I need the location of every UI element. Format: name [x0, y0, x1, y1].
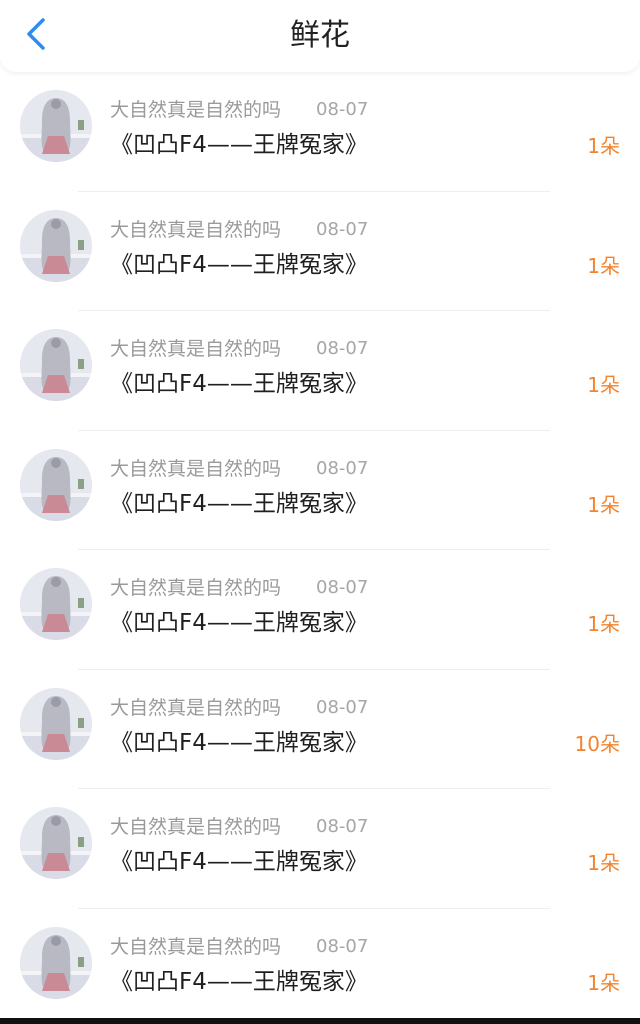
- user-name: 大自然真是自然的吗: [110, 935, 282, 958]
- user-name: 大自然真是自然的吗: [110, 99, 282, 121]
- work-title: 《凹凸F4——王牌冤家》: [110, 132, 368, 158]
- user-name: 大自然真是自然的吗: [110, 338, 282, 360]
- list-item[interactable]: 大自然真是自然的吗 08-07 《凹凸F4——王牌冤家》 1朵: [0, 431, 640, 550]
- date-label: 08-07: [316, 577, 369, 598]
- avatar[interactable]: [20, 926, 92, 999]
- user-name: 大自然真是自然的吗: [110, 577, 282, 599]
- user-name: 大自然真是自然的吗: [110, 816, 282, 838]
- date-label: 08-07: [316, 218, 369, 240]
- flower-count: 1朵: [587, 612, 620, 636]
- list-item[interactable]: 大自然真是自然的吗 08-07 《凹凸F4——王牌冤家》 1朵: [0, 550, 640, 670]
- date-label: 08-07: [316, 935, 369, 957]
- avatar[interactable]: [20, 209, 92, 282]
- flower-count: 10朵: [574, 731, 620, 756]
- bottom-edge-bar: [0, 1018, 640, 1024]
- work-title: 《凹凸F4——王牌冤家》: [110, 729, 368, 756]
- user-name: 大自然真是自然的吗: [110, 218, 282, 241]
- list-item[interactable]: 大自然真是自然的吗 08-07 《凹凸F4——王牌冤家》 1朵: [0, 909, 640, 1024]
- avatar[interactable]: [20, 568, 92, 640]
- work-title: 《凹凸F4——王牌冤家》: [110, 371, 368, 397]
- avatar[interactable]: [20, 448, 92, 521]
- avatar[interactable]: [20, 90, 92, 162]
- flower-count: 1朵: [587, 373, 620, 397]
- flower-count: 1朵: [587, 492, 620, 517]
- list-item[interactable]: 大自然真是自然的吗 08-07 《凹凸F4——王牌冤家》 1朵: [0, 192, 640, 311]
- work-title: 《凹凸F4——王牌冤家》: [110, 251, 368, 278]
- user-name: 大自然真是自然的吗: [110, 696, 282, 719]
- list-item[interactable]: 大自然真是自然的吗 08-07 《凹凸F4——王牌冤家》 1朵: [0, 72, 640, 192]
- avatar[interactable]: [20, 329, 92, 401]
- work-title: 《凹凸F4——王牌冤家》: [110, 610, 368, 636]
- avatar[interactable]: [20, 687, 92, 760]
- work-title: 《凹凸F4——王牌冤家》: [110, 968, 368, 995]
- header-bar: 鲜花: [0, 0, 640, 72]
- page-title: 鲜花: [290, 18, 350, 53]
- flower-count: 1朵: [587, 253, 620, 278]
- avatar[interactable]: [20, 807, 92, 879]
- date-label: 08-07: [316, 457, 369, 479]
- list-item[interactable]: 大自然真是自然的吗 08-07 《凹凸F4——王牌冤家》 10朵: [0, 670, 640, 789]
- user-name: 大自然真是自然的吗: [110, 457, 282, 480]
- date-label: 08-07: [316, 696, 369, 718]
- flowers-screen: 鲜花 大自然真是自然的吗 08-07 《凹凸F4——王牌冤家》 1朵 大自然真是…: [0, 0, 640, 1024]
- date-label: 08-07: [316, 338, 369, 359]
- flower-count: 1朵: [587, 134, 620, 158]
- flower-count: 1朵: [587, 851, 620, 875]
- list-item[interactable]: 大自然真是自然的吗 08-07 《凹凸F4——王牌冤家》 1朵: [0, 311, 640, 431]
- work-title: 《凹凸F4——王牌冤家》: [110, 849, 368, 875]
- work-title: 《凹凸F4——王牌冤家》: [110, 490, 368, 517]
- date-label: 08-07: [316, 99, 369, 120]
- date-label: 08-07: [316, 816, 369, 837]
- list-item[interactable]: 大自然真是自然的吗 08-07 《凹凸F4——王牌冤家》 1朵: [0, 789, 640, 909]
- flower-list: 大自然真是自然的吗 08-07 《凹凸F4——王牌冤家》 1朵 大自然真是自然的…: [0, 72, 640, 1024]
- flower-count: 1朵: [587, 970, 620, 995]
